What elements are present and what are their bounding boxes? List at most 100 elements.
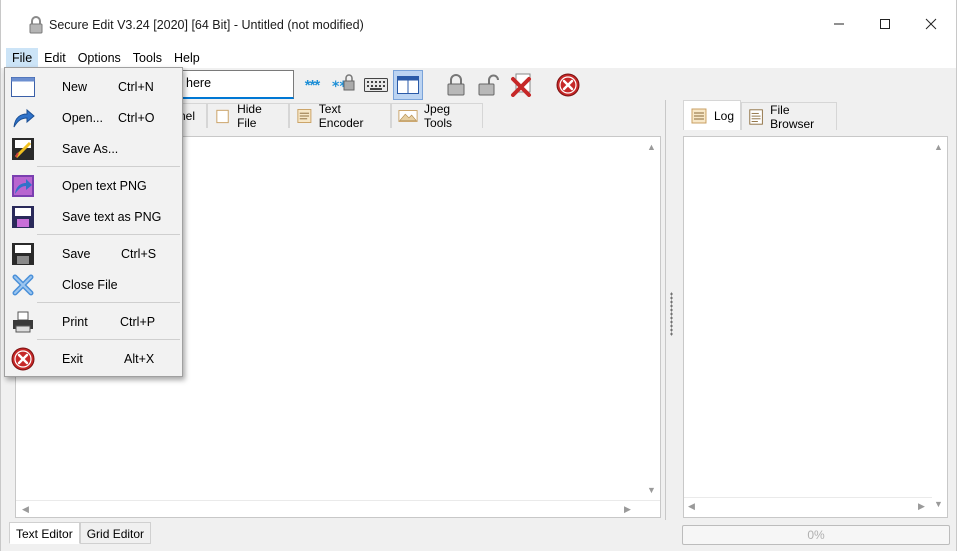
menu-file[interactable]: File	[6, 48, 39, 68]
tab-hide-file[interactable]: Hide File	[207, 102, 289, 130]
open-padlock-icon	[478, 74, 499, 96]
floppy-disk-icon	[10, 242, 36, 266]
side-panel: Log File Browser ▲ ▼ ◀ ▶ 0%	[677, 100, 956, 551]
menu-new-label: New	[62, 80, 88, 94]
save-png-icon	[10, 205, 36, 229]
menu-item-save[interactable]: Save Ctrl+S	[5, 240, 182, 268]
menu-item-exit[interactable]: Exit Alt+X	[5, 345, 182, 373]
menu-item-new[interactable]: New Ctrl+N	[5, 73, 182, 101]
maximize-button[interactable]	[862, 0, 908, 48]
tab-file-browser-label: File Browser	[770, 102, 815, 131]
file-browser-icon	[749, 108, 763, 125]
log-vertical-scrollbar[interactable]: ▲ ▼	[930, 137, 947, 517]
log-scroll-right-icon[interactable]: ▶	[918, 502, 925, 511]
menu-options[interactable]: Options	[72, 48, 127, 68]
minimize-button[interactable]	[816, 0, 862, 48]
scroll-left-icon[interactable]: ◀	[22, 505, 29, 514]
menu-item-save-text-png[interactable]: Save text as PNG	[5, 203, 182, 231]
scroll-right-icon[interactable]: ▶	[624, 505, 631, 514]
log-icon	[691, 108, 707, 123]
menu-item-open[interactable]: Open... Ctrl+O	[5, 104, 182, 132]
show-password-button[interactable]: ***	[297, 70, 327, 100]
keyboard-icon	[364, 78, 388, 92]
menu-separator	[37, 339, 180, 340]
menu-bar: File Edit Options Tools Help	[1, 48, 956, 68]
tab-text-encoder-label: Text Encoder	[318, 102, 364, 130]
editor-mode-tabs: Text Editor Grid Editor	[9, 522, 152, 544]
panels-icon	[397, 76, 419, 94]
encrypt-password-button[interactable]: **	[329, 70, 359, 100]
editor-horizontal-scrollbar[interactable]: ◀ ▶	[16, 500, 660, 517]
menu-edit[interactable]: Edit	[38, 48, 72, 68]
delete-file-button[interactable]	[507, 70, 537, 100]
maximize-icon	[880, 19, 890, 29]
lock-icon	[29, 16, 43, 34]
menu-new-shortcut: Ctrl+N	[118, 80, 154, 94]
menu-save-shortcut: Ctrl+S	[121, 247, 157, 261]
open-arrow-icon	[10, 106, 36, 130]
menu-print-label: Print	[62, 315, 88, 329]
close-icon	[925, 18, 937, 30]
menu-separator	[37, 234, 180, 235]
password-hint: here	[186, 76, 212, 90]
log-scroll-up-icon[interactable]: ▲	[934, 143, 943, 152]
menu-help[interactable]: Help	[168, 48, 206, 68]
log-scroll-down-icon[interactable]: ▼	[934, 500, 943, 509]
log-scroll-left-icon[interactable]: ◀	[688, 502, 695, 511]
minimize-icon	[834, 23, 844, 25]
scroll-down-icon[interactable]: ▼	[647, 486, 656, 495]
tab-text-encoder[interactable]: Text Encoder	[289, 102, 391, 130]
keyboard-button[interactable]	[361, 70, 391, 100]
new-window-icon	[10, 75, 36, 99]
menu-save-as-label: Save As...	[62, 142, 119, 156]
file-menu-dropdown: New Ctrl+N Open... Ctrl+O Save As... Ope…	[4, 67, 183, 377]
menu-item-open-text-png[interactable]: Open text PNG	[5, 172, 182, 200]
tab-grid-editor[interactable]: Grid Editor	[79, 522, 152, 544]
menu-item-close-file[interactable]: Close File	[5, 271, 182, 299]
menu-exit-label: Exit	[62, 352, 83, 366]
menu-separator	[37, 302, 180, 303]
tab-file-browser[interactable]: File Browser	[741, 102, 837, 131]
padlock-icon	[447, 74, 465, 96]
password-input[interactable]: here	[171, 70, 294, 99]
tab-jpeg-tools[interactable]: Jpeg Tools	[391, 102, 483, 130]
menu-separator	[37, 166, 180, 167]
menu-item-print[interactable]: Print Ctrl+P	[5, 308, 182, 336]
progress-label: 0%	[807, 528, 825, 542]
split-view-button[interactable]	[393, 70, 423, 100]
asterisks-icon: ***	[304, 76, 320, 94]
app-window: Secure Edit V3.24 [2020] [64 Bit] - Unti…	[0, 0, 957, 551]
tab-log[interactable]: Log	[683, 100, 741, 130]
progress-bar: 0%	[682, 525, 950, 545]
tab-jpeg-tools-label: Jpeg Tools	[424, 102, 453, 130]
menu-open-png-label: Open text PNG	[62, 179, 147, 193]
tab-text-editor[interactable]: Text Editor	[9, 522, 80, 544]
tab-log-label: Log	[713, 108, 734, 123]
log-horizontal-scrollbar[interactable]: ◀ ▶	[684, 497, 932, 514]
menu-print-shortcut: Ctrl+P	[120, 315, 156, 329]
menu-close-file-label: Close File	[62, 278, 118, 292]
image-icon	[398, 110, 418, 122]
menu-open-shortcut: Ctrl+O	[118, 111, 155, 125]
delete-document-icon	[511, 73, 531, 97]
key-lock-icon: **	[332, 74, 355, 95]
unlock-button[interactable]	[474, 70, 504, 100]
menu-item-save-as[interactable]: Save As...	[5, 135, 182, 163]
menu-save-png-label: Save text as PNG	[62, 210, 162, 224]
exit-icon	[10, 347, 36, 371]
window-title: Secure Edit V3.24 [2020] [64 Bit] - Unti…	[49, 18, 364, 32]
tab-hide-file-label: Hide File	[237, 102, 262, 130]
stop-button[interactable]	[553, 70, 583, 100]
menu-tools[interactable]: Tools	[127, 48, 168, 68]
log-output[interactable]: ▲ ▼ ◀ ▶	[683, 136, 948, 518]
title-bar: Secure Edit V3.24 [2020] [64 Bit] - Unti…	[1, 0, 956, 48]
splitter-grip-icon[interactable]	[670, 292, 673, 336]
lock-button[interactable]	[441, 70, 471, 100]
close-window-button[interactable]	[908, 0, 954, 48]
error-circle-icon	[556, 73, 580, 97]
menu-save-label: Save	[62, 247, 91, 261]
hide-file-icon	[216, 109, 229, 124]
panel-splitter[interactable]	[665, 100, 677, 520]
editor-vertical-scrollbar[interactable]: ▲ ▼	[643, 137, 660, 517]
scroll-up-icon[interactable]: ▲	[647, 143, 656, 152]
